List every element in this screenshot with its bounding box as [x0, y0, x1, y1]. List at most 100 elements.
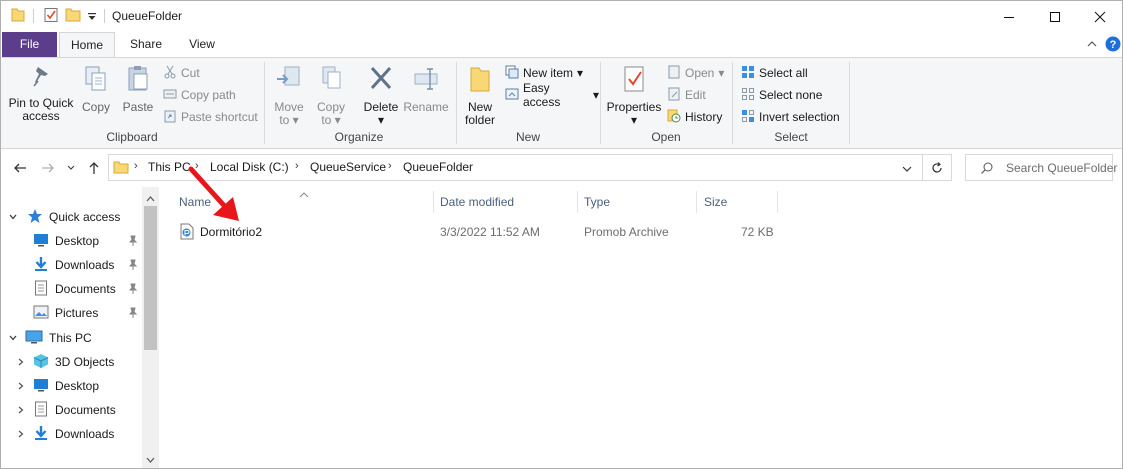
nav-item-desktop-pc[interactable]: Desktop	[15, 374, 99, 398]
back-button[interactable]	[10, 158, 30, 178]
column-header-type[interactable]: Type	[584, 187, 610, 217]
rename-button[interactable]: Rename	[403, 64, 449, 114]
tab-file[interactable]: File	[2, 32, 57, 57]
chevron-down-icon[interactable]	[7, 212, 19, 222]
organize-group-label: Organize	[334, 130, 384, 144]
pin-icon[interactable]	[127, 283, 139, 298]
breadcrumb-queueservice[interactable]: QueueService	[310, 160, 386, 174]
copy-path-label: Copy path	[181, 88, 236, 102]
desktop-icon	[33, 233, 49, 250]
scrollbar-thumb[interactable]	[144, 206, 157, 350]
copy-path-button[interactable]: Copy path	[163, 86, 236, 104]
search-placeholder: Search QueueFolder	[1006, 161, 1118, 175]
breadcrumb-queuefolder[interactable]: QueueFolder	[403, 160, 473, 174]
chevron-down-icon[interactable]	[7, 333, 19, 343]
new-folder-quick-icon[interactable]	[65, 7, 81, 26]
cut-button[interactable]: Cut	[163, 64, 200, 82]
help-icon[interactable]: ?	[1105, 36, 1121, 55]
minimize-ribbon-chevron-icon[interactable]	[1086, 38, 1098, 53]
column-divider[interactable]	[777, 191, 778, 213]
edit-button[interactable]: Edit	[667, 86, 706, 104]
open-label: Open	[685, 66, 715, 80]
tab-view[interactable]: View	[177, 32, 227, 57]
document-icon	[33, 401, 49, 420]
maximize-button[interactable]	[1032, 1, 1078, 32]
search-box[interactable]: Search QueueFolder	[965, 154, 1117, 181]
nav-pane-scrollbar[interactable]	[142, 187, 159, 468]
chevron-right-icon[interactable]	[15, 381, 27, 391]
paste-shortcut-button[interactable]: Paste shortcut	[163, 108, 258, 126]
minimize-button[interactable]	[986, 1, 1032, 32]
column-divider[interactable]	[577, 191, 578, 213]
paste-shortcut-icon	[163, 109, 177, 126]
cut-label: Cut	[181, 66, 200, 80]
easy-access-button[interactable]: Easy access ▾	[505, 81, 599, 109]
chevron-right-icon[interactable]	[15, 357, 27, 367]
new-item-button[interactable]: New item ▾	[505, 64, 583, 82]
address-history-chevron-icon[interactable]	[902, 163, 912, 177]
pin-icon[interactable]	[127, 259, 139, 274]
nav-label: Documents	[55, 282, 116, 296]
column-header-date-modified[interactable]: Date modified	[440, 187, 514, 217]
column-divider[interactable]	[433, 191, 434, 213]
tab-share[interactable]: Share	[121, 32, 171, 57]
nav-item-desktop[interactable]: Desktop	[33, 229, 99, 253]
breadcrumb-separator-icon[interactable]: ›	[388, 160, 392, 172]
forward-arrow-icon	[42, 163, 54, 173]
explorer-window: QueueFolder File Home Share View ? Pin t…	[0, 0, 1123, 469]
svg-text:?: ?	[1110, 39, 1117, 51]
nav-label: Desktop	[55, 379, 100, 393]
tab-home[interactable]: Home	[59, 32, 115, 58]
pin-icon[interactable]	[127, 235, 139, 250]
move-to-button[interactable]: Move to ▾	[271, 64, 307, 127]
close-button[interactable]	[1077, 1, 1122, 32]
select-all-label: Select all	[759, 66, 808, 80]
history-button[interactable]: History	[667, 108, 722, 126]
nav-item-pictures[interactable]: Pictures	[33, 301, 98, 325]
chevron-right-icon[interactable]	[15, 405, 27, 415]
scroll-down-icon[interactable]	[146, 453, 155, 467]
recent-locations-button[interactable]	[61, 158, 81, 178]
nav-item-downloads-pc[interactable]: Downloads	[15, 422, 114, 446]
column-header-size[interactable]: Size	[704, 187, 727, 217]
customize-toolbar-chevron-icon[interactable]	[87, 11, 97, 25]
delete-button[interactable]: Delete ▾	[361, 64, 401, 127]
properties-button[interactable]: Properties ▾	[605, 64, 663, 127]
nav-item-documents[interactable]: Documents	[33, 277, 116, 301]
nav-label: Downloads	[55, 427, 115, 441]
select-all-button[interactable]: Select all	[741, 64, 808, 82]
open-button[interactable]: Open ▾	[667, 64, 724, 82]
copy-button[interactable]: Copy	[79, 64, 113, 114]
pin-icon[interactable]	[127, 307, 139, 322]
chevron-right-icon[interactable]	[15, 429, 27, 439]
breadcrumb-separator-icon[interactable]: ›	[295, 160, 299, 172]
invert-selection-button[interactable]: Invert selection	[741, 108, 840, 126]
properties-label: Properties	[606, 100, 662, 114]
pin-to-quick-access-button[interactable]: Pin to Quick access	[7, 64, 75, 123]
star-icon	[27, 208, 43, 227]
nav-item-3d-objects[interactable]: 3D Objects	[15, 350, 114, 374]
copy-to-button[interactable]: Copy to ▾	[313, 64, 349, 127]
computer-icon	[25, 330, 43, 347]
nav-item-documents-pc[interactable]: Documents	[15, 398, 116, 422]
properties-check-icon[interactable]	[43, 7, 59, 26]
nav-label: Documents	[55, 403, 116, 417]
nav-item-quick-access[interactable]: Quick access	[7, 205, 120, 229]
nav-item-this-pc[interactable]: This PC	[7, 326, 92, 350]
copy-to-label-2: to	[321, 113, 332, 127]
document-icon	[33, 280, 49, 299]
desktop-icon	[33, 378, 49, 395]
refresh-button[interactable]	[923, 154, 952, 181]
file-size: 72 KB	[741, 225, 774, 239]
copy-to-label: Copy	[316, 100, 345, 114]
new-folder-button[interactable]: New folder	[463, 64, 497, 127]
nav-item-downloads[interactable]: Downloads	[33, 253, 114, 277]
column-divider[interactable]	[696, 191, 697, 213]
paste-button[interactable]: Paste	[119, 64, 157, 114]
forward-button[interactable]	[38, 158, 58, 178]
ribbon-tabs: File Home Share View ?	[1, 32, 1122, 58]
select-none-button[interactable]: Select none	[741, 86, 822, 104]
scroll-up-icon[interactable]	[146, 191, 155, 205]
up-button[interactable]	[84, 158, 104, 178]
breadcrumb-separator-icon[interactable]: ›	[134, 160, 138, 172]
